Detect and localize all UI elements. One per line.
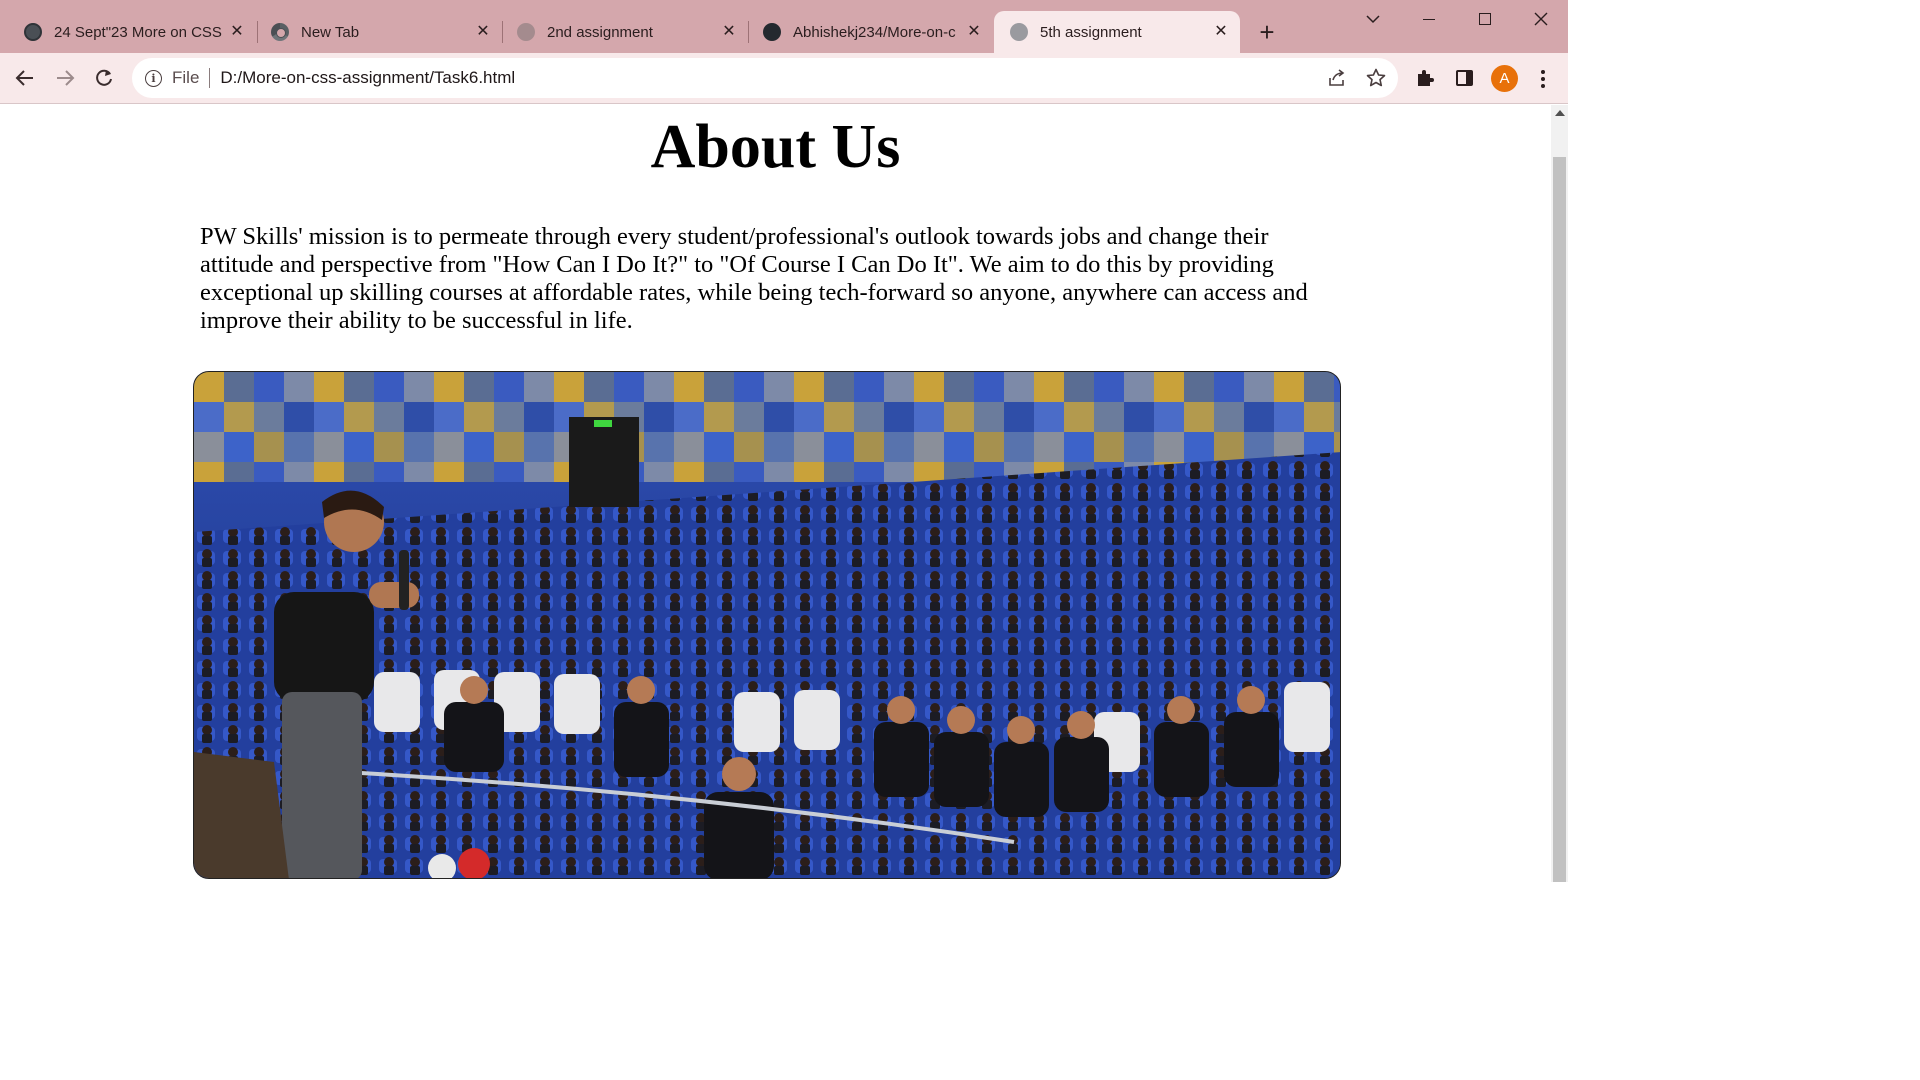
chevron-down-icon (1366, 15, 1380, 24)
info-icon[interactable]: i (145, 69, 162, 87)
globe-icon (1010, 23, 1028, 41)
url-text[interactable]: D:/More-on-css-assignment/Task6.html (220, 68, 515, 88)
close-icon[interactable]: ✕ (965, 23, 983, 41)
tab-github[interactable]: Abhishekj234/More-on-c ✕ (747, 11, 993, 53)
minimize-icon (1423, 18, 1435, 20)
tab-strip: 24 Sept"23 More on CSS ✕ New Tab ✕ 2nd a… (0, 0, 1568, 53)
divider (209, 68, 211, 88)
globe-icon (517, 23, 535, 41)
tab-title: 2nd assignment (547, 23, 653, 41)
close-icon[interactable]: ✕ (474, 23, 492, 41)
close-icon (1534, 12, 1548, 26)
menu-kebab-icon[interactable] (1532, 66, 1554, 92)
github-icon (763, 23, 781, 41)
tab-title: 24 Sept"23 More on CSS (54, 23, 222, 41)
browser-toolbar: i File D:/More-on-css-assignment/Task6.h… (0, 53, 1568, 104)
hero-image (193, 371, 1341, 879)
tab-title: Abhishekj234/More-on-c (793, 23, 956, 41)
reload-icon (96, 69, 112, 86)
back-button[interactable] (10, 63, 40, 93)
scheme-label: File (172, 68, 200, 87)
back-arrow-icon (15, 70, 33, 86)
close-window-button[interactable] (1518, 4, 1564, 34)
reload-button[interactable] (89, 63, 119, 93)
close-icon[interactable]: ✕ (720, 23, 738, 41)
close-icon[interactable]: ✕ (228, 23, 246, 41)
maximize-button[interactable] (1462, 4, 1508, 34)
wordpress-icon (24, 23, 42, 41)
forward-button[interactable] (50, 63, 80, 93)
extensions-puzzle-icon[interactable] (1413, 66, 1437, 90)
address-bar[interactable]: i File D:/More-on-css-assignment/Task6.h… (132, 58, 1398, 98)
close-icon[interactable]: ✕ (1212, 23, 1230, 41)
profile-avatar[interactable]: A (1491, 65, 1518, 92)
about-paragraph: PW Skills' mission is to permeate throug… (200, 223, 1308, 334)
forward-arrow-icon (57, 70, 75, 86)
page-viewport: About Us PW Skills' mission is to permea… (0, 105, 1551, 882)
tab-5th-assignment[interactable]: 5th assignment ✕ (994, 11, 1240, 53)
vertical-scrollbar[interactable] (1551, 105, 1568, 882)
tab-title: New Tab (301, 23, 360, 41)
scrollbar-thumb[interactable] (1553, 157, 1566, 882)
tab-css-notes[interactable]: 24 Sept"23 More on CSS ✕ (8, 11, 256, 53)
chrome-icon (271, 23, 289, 41)
tab-search-button[interactable] (1350, 4, 1396, 34)
scroll-up-arrow-icon[interactable] (1555, 110, 1565, 116)
maximize-icon (1479, 13, 1491, 25)
tab-2nd-assignment[interactable]: 2nd assignment ✕ (501, 11, 748, 53)
auditorium-photo (194, 372, 1340, 878)
tab-title: 5th assignment (1040, 23, 1142, 41)
minimize-button[interactable] (1406, 4, 1452, 34)
tab-new-tab[interactable]: New Tab ✕ (255, 11, 502, 53)
new-tab-button[interactable]: + (1252, 17, 1282, 47)
share-icon[interactable] (1327, 68, 1347, 88)
page-title: About Us (650, 113, 901, 181)
bookmark-star-icon[interactable] (1366, 68, 1386, 88)
side-panel-icon[interactable] (1452, 66, 1476, 90)
